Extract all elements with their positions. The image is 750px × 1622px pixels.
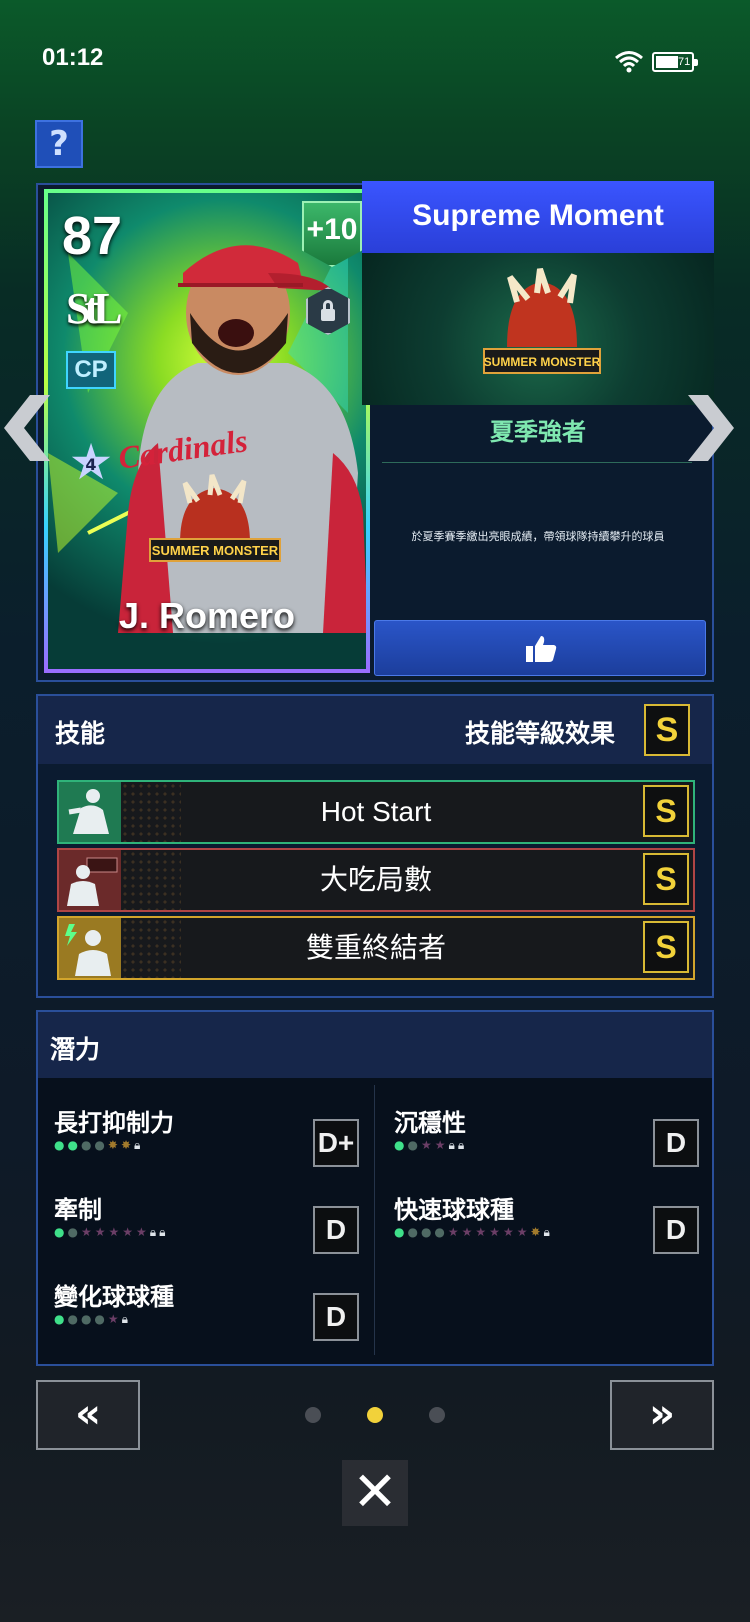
moment-description: 於夏季賽季繳出亮眼成績，帶領球隊持續攀升的球員 <box>411 530 665 543</box>
skill-grade: S <box>643 921 689 973</box>
moment-logo-text: SUMMER MONSTER <box>484 355 601 369</box>
potential-grade[interactable]: D <box>653 1206 699 1254</box>
potential-title: 潛力 <box>50 1035 101 1064</box>
page-indicator-dot[interactable] <box>429 1407 445 1423</box>
battery-icon: 71 <box>652 52 698 72</box>
potential-label: 牽制 <box>54 1196 102 1224</box>
potential-grade[interactable]: D <box>653 1119 699 1167</box>
skill-row-hot-start[interactable]: Hot Start S <box>57 780 695 844</box>
player-rating: 87 <box>62 206 123 266</box>
card-event-logo-text: SUMMER MONSTER <box>152 543 279 558</box>
potential-dots: ●●●●★★★★★★✸🔒︎ <box>394 1225 553 1239</box>
scoreboard-skill-icon <box>59 850 121 910</box>
player-card[interactable]: Cardinals SUMMER MONSTER 87 +10 StL CP ★… <box>44 189 370 673</box>
skill-row-innings-eater[interactable]: 大吃局數 S <box>57 848 695 912</box>
battery-level: 71 <box>678 56 691 68</box>
potential-label: 長打抑制力 <box>54 1109 174 1137</box>
help-button[interactable]: ? <box>35 120 83 168</box>
skill-name: Hot Start <box>320 796 432 827</box>
thumbs-up-icon <box>526 636 557 662</box>
summer-monster-badge: SUMMER MONSTER <box>149 474 281 562</box>
like-button[interactable] <box>374 620 706 676</box>
closer-skill-icon <box>59 918 121 978</box>
star-level: 4 <box>85 455 97 474</box>
close-button[interactable]: ✕ <box>342 1460 408 1526</box>
potential-dots: ●●★★🔒︎🔒︎ <box>394 1138 468 1152</box>
potential-dots: ●●★★★★★🔒︎🔒︎ <box>54 1225 169 1239</box>
potential-grade[interactable]: D+ <box>313 1119 359 1167</box>
potential-grade[interactable]: D <box>313 1206 359 1254</box>
position-badge: CP <box>66 351 116 389</box>
status-time: 01:12 <box>42 44 104 71</box>
moment-title: 夏季強者 <box>490 418 586 446</box>
skill-row-double-closer[interactable]: 雙重終結者 S <box>57 916 695 980</box>
potential-dots: ●●●●✸✸🔒︎ <box>54 1138 144 1152</box>
summer-monster-logo: SUMMER MONSTER <box>483 268 601 374</box>
potential-label: 快速球球種 <box>394 1196 514 1224</box>
prev-card-arrow[interactable] <box>0 395 52 461</box>
next-card-arrow[interactable] <box>686 395 738 461</box>
prev-page-button[interactable]: « <box>36 1380 140 1450</box>
potential-dots: ●●●●★🔒︎ <box>54 1312 132 1326</box>
skill-name: 雙重終結者 <box>305 932 446 963</box>
page-indicator-dot-active[interactable] <box>367 1407 383 1423</box>
moment-art: SUMMER MONSTER <box>362 253 714 405</box>
potential-grade[interactable]: D <box>313 1293 359 1341</box>
potential-header <box>38 1012 712 1078</box>
moment-divider <box>382 462 692 463</box>
skills-title: 技能 <box>55 719 106 748</box>
skill-effect-label: 技能等級效果 <box>465 719 616 748</box>
potential-divider <box>374 1085 375 1355</box>
skill-grade: S <box>643 853 689 905</box>
next-page-button[interactable]: » <box>610 1380 714 1450</box>
skill-grade: S <box>643 785 689 837</box>
moment-header: Supreme Moment <box>362 181 714 253</box>
wifi-icon <box>615 51 643 73</box>
team-logo: StL <box>66 284 123 333</box>
page-indicator-dot[interactable] <box>305 1407 321 1423</box>
player-name: J. Romero <box>118 595 296 636</box>
potential-label: 沉穩性 <box>394 1109 466 1137</box>
skill-effect-grade[interactable]: S <box>644 704 690 756</box>
skill-name: 大吃局數 <box>319 864 432 895</box>
potential-label: 變化球球種 <box>54 1283 174 1311</box>
pitcher-skill-icon <box>59 782 121 842</box>
